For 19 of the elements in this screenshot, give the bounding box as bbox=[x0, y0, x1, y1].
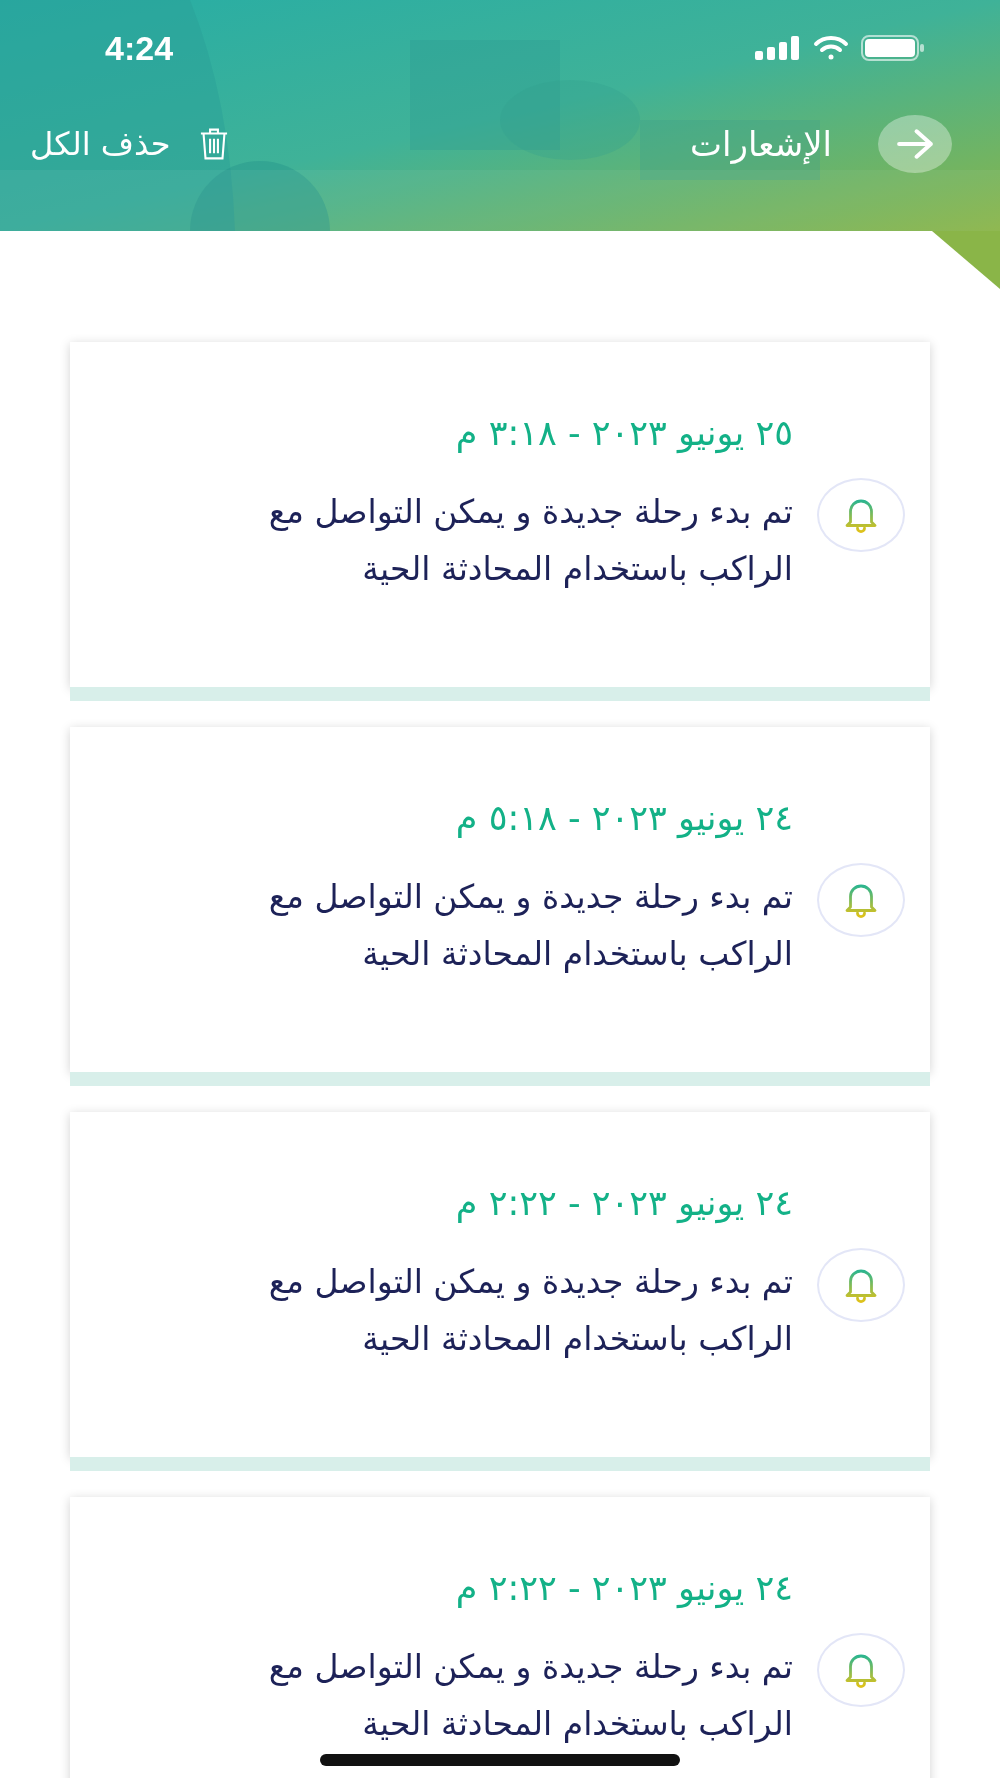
notification-date: ٢٤ يونيو ٢٠٢٣ - ٥:١٨ م bbox=[454, 797, 793, 838]
signal-icon bbox=[755, 36, 801, 60]
notification-message: تم بدء رحلة جديدة و يمكن التواصل مع الراكب باستخدام المحادثة الحية bbox=[267, 490, 793, 590]
wifi-icon bbox=[813, 35, 849, 61]
notification-message: تم بدء رحلة جديدة و يمكن التواصل مع الراكب باستخدام المحادثة الحية bbox=[267, 1645, 793, 1745]
notification-message: تم بدء رحلة جديدة و يمكن التواصل مع الراكب باستخدام المحادثة الحية bbox=[267, 1260, 793, 1360]
notification-card[interactable]: ٢٤ يونيو ٢٠٢٣ - ٢:٢٢ م تم بدء رحلة جديدة و يمكن التواصل مع الراكب باستخدام المحادثة الحية bbox=[70, 1497, 930, 1778]
notification-message: تم بدء رحلة جديدة و يمكن التواصل مع الراكب باستخدام المحادثة الحية bbox=[267, 875, 793, 975]
notification-date: ٢٤ يونيو ٢٠٢٣ - ٢:٢٢ م bbox=[454, 1182, 793, 1223]
arrow-icon bbox=[896, 128, 934, 160]
header-corner bbox=[932, 231, 1000, 289]
status-time: 4:24 bbox=[105, 28, 174, 68]
page-title: الإشعارات bbox=[690, 124, 832, 164]
notification-card[interactable]: ٢٤ يونيو ٢٠٢٣ - ٥:١٨ م تم بدء رحلة جديدة و يمكن التواصل مع الراكب باستخدام المحادثة الحية bbox=[70, 727, 930, 1072]
notification-card[interactable]: ٢٤ يونيو ٢٠٢٣ - ٢:٢٢ م تم بدء رحلة جديدة و يمكن التواصل مع الراكب باستخدام المحادثة الحية bbox=[70, 1112, 930, 1457]
notification-card[interactable]: ٢٥ يونيو ٢٠٢٣ - ٣:١٨ م تم بدء رحلة جديدة و يمكن التواصل مع الراكب باستخدام المحادثة الحية bbox=[70, 342, 930, 687]
notification-date: ٢٤ يونيو ٢٠٢٣ - ٢:٢٢ م bbox=[454, 1567, 793, 1608]
battery-icon bbox=[861, 35, 925, 61]
notification-date: ٢٥ يونيو ٢٠٢٣ - ٣:١٨ م bbox=[454, 412, 793, 453]
